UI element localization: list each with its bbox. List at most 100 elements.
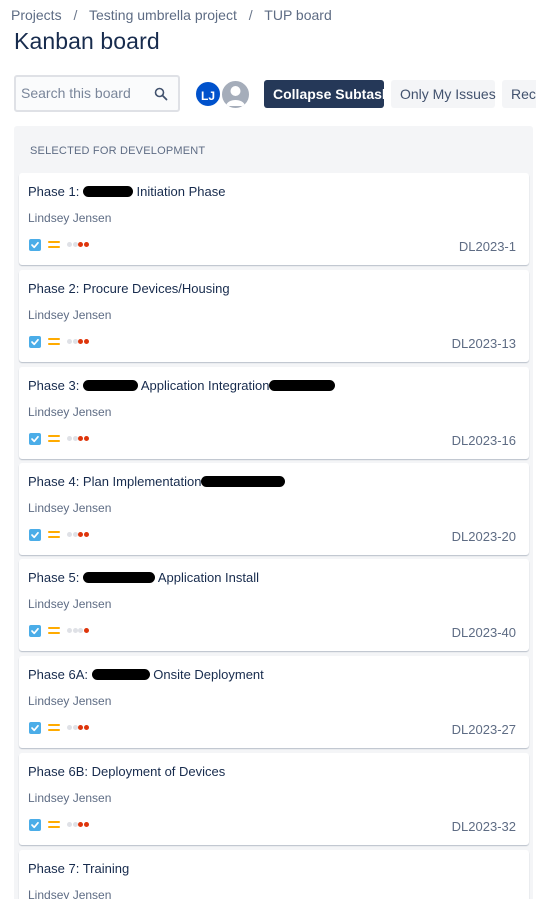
estimate-dot xyxy=(78,822,83,827)
issue-card[interactable]: Phase 7: Training Lindsey Jensen xyxy=(19,850,529,899)
estimate-dot xyxy=(67,339,72,344)
card-title: Phase 5: Application Install xyxy=(28,570,259,585)
estimate-dot xyxy=(83,339,89,344)
card-title-text: Phase 3: xyxy=(28,378,83,393)
unassigned-avatar-icon[interactable] xyxy=(220,79,251,110)
card-title: Phase 2: Procure Devices/Housing xyxy=(28,281,230,296)
priority-medium-icon xyxy=(48,627,60,635)
card-title-text: Onsite Deployment xyxy=(149,667,264,682)
card-assignee: Lindsey Jensen xyxy=(28,211,112,225)
breadcrumb-separator: / xyxy=(248,7,253,23)
issue-card[interactable]: Phase 1: Initiation Phase Lindsey Jensen D… xyxy=(19,173,529,265)
priority-medium-icon xyxy=(48,531,60,539)
redaction-mark xyxy=(201,476,286,487)
card-assignee: Lindsey Jensen xyxy=(28,888,112,899)
card-assignee: Lindsey Jensen xyxy=(28,694,112,708)
page-title: Kanban board xyxy=(14,28,160,54)
issue-card[interactable]: Phase 5: Application Install Lindsey Jens… xyxy=(19,559,529,651)
task-checkbox-icon xyxy=(29,529,41,541)
avatar[interactable]: LJ xyxy=(194,80,222,108)
priority-medium-icon xyxy=(48,821,60,829)
search-box[interactable] xyxy=(14,75,180,112)
estimate-dots-icon xyxy=(67,532,89,538)
card-assignee: Lindsey Jensen xyxy=(28,405,112,419)
estimate-dot xyxy=(72,339,78,344)
card-assignee: Lindsey Jensen xyxy=(28,791,112,805)
estimate-dot xyxy=(72,436,78,441)
card-title-text: Phase 2: Procure Devices/Housing xyxy=(28,281,230,296)
redaction-mark xyxy=(82,572,155,583)
task-checkbox-icon xyxy=(29,819,41,831)
redaction-mark xyxy=(269,380,336,391)
estimate-dot xyxy=(78,436,83,441)
card-title: Phase 7: Training xyxy=(28,861,129,876)
search-input[interactable] xyxy=(21,85,151,101)
redaction-mark xyxy=(82,186,133,197)
task-checkbox-icon xyxy=(29,625,41,637)
card-title: Phase 6A: Onsite Deployment xyxy=(28,667,264,682)
card-assignee: Lindsey Jensen xyxy=(28,501,112,515)
estimate-dot xyxy=(83,628,89,633)
estimate-dot xyxy=(72,822,78,827)
card-title: Phase 3: Application Integration xyxy=(28,378,336,393)
estimate-dots-icon xyxy=(67,628,89,634)
board-column: Selected for Development Phase 1: Initia… xyxy=(14,126,533,899)
card-title: Phase 4: Plan Implementation xyxy=(28,474,286,489)
issue-key[interactable]: DL2023-27 xyxy=(452,722,516,737)
estimate-dot xyxy=(67,822,72,827)
issue-key[interactable]: DL2023-13 xyxy=(452,336,516,351)
estimate-dot xyxy=(83,532,89,537)
card-title-text: Initiation Phase xyxy=(132,184,226,199)
breadcrumb-board[interactable]: TUP board xyxy=(264,7,331,23)
task-checkbox-icon xyxy=(29,433,41,445)
issue-key[interactable]: DL2023-32 xyxy=(452,819,516,834)
breadcrumb-separator: / xyxy=(73,7,78,23)
priority-medium-icon xyxy=(48,338,60,346)
card-title-text: Phase 1: xyxy=(28,184,83,199)
task-checkbox-icon xyxy=(29,722,41,734)
estimate-dot xyxy=(78,242,83,247)
card-title-text: Phase 4: Plan Implementation xyxy=(28,474,202,489)
estimate-dot xyxy=(72,725,78,730)
redaction-mark xyxy=(91,669,150,680)
estimate-dot xyxy=(83,242,89,247)
card-assignee: Lindsey Jensen xyxy=(28,308,112,322)
estimate-dot xyxy=(78,339,83,344)
estimate-dot xyxy=(83,822,89,827)
breadcrumb: Projects / Testing umbrella project / TU… xyxy=(11,7,332,23)
board-toolbar: LJ Collapse Subtasks Only My Issues Rece xyxy=(14,75,536,112)
collapse-subtasks-button[interactable]: Collapse Subtasks xyxy=(264,80,398,108)
priority-medium-icon xyxy=(48,241,60,249)
estimate-dots-icon xyxy=(67,436,89,442)
issue-key[interactable]: DL2023-16 xyxy=(452,433,516,448)
estimate-dot xyxy=(83,436,89,441)
column-title: Selected for Development xyxy=(30,145,206,157)
issue-card[interactable]: Phase 6B: Deployment of Devices Lindsey J… xyxy=(19,753,529,845)
estimate-dot xyxy=(67,436,72,441)
card-title-text: Phase 5: xyxy=(28,570,83,585)
estimate-dots-icon xyxy=(67,725,89,731)
issue-key[interactable]: DL2023-1 xyxy=(459,239,516,254)
priority-medium-icon xyxy=(48,724,60,732)
card-title: Phase 1: Initiation Phase xyxy=(28,184,225,199)
issue-card[interactable]: Phase 3: Application Integration Lindsey … xyxy=(19,367,529,459)
card-title-text: Phase 6B: Deployment of Devices xyxy=(28,764,226,779)
recently-updated-button[interactable]: Rece xyxy=(502,80,536,108)
estimate-dot xyxy=(67,242,72,247)
issue-card[interactable]: Phase 6A: Onsite Deployment Lindsey Jense… xyxy=(19,656,529,748)
issue-key[interactable]: DL2023-40 xyxy=(452,625,516,640)
estimate-dot xyxy=(72,532,78,537)
search-icon[interactable] xyxy=(154,87,168,101)
only-my-issues-button[interactable]: Only My Issues xyxy=(391,80,496,108)
issue-card[interactable]: Phase 2: Procure Devices/Housing Lindsey … xyxy=(19,270,529,362)
issue-card[interactable]: Phase 4: Plan Implementation Lindsey Jens… xyxy=(19,463,529,555)
estimate-dot xyxy=(72,628,78,633)
estimate-dot xyxy=(83,725,89,730)
card-title-text: Application Integration xyxy=(137,378,270,393)
estimate-dot xyxy=(67,628,72,633)
breadcrumb-projects[interactable]: Projects xyxy=(11,7,62,23)
issue-key[interactable]: DL2023-20 xyxy=(452,529,516,544)
breadcrumb-project[interactable]: Testing umbrella project xyxy=(89,7,237,23)
task-checkbox-icon xyxy=(29,239,41,251)
card-title-text: Application Install xyxy=(154,570,260,585)
